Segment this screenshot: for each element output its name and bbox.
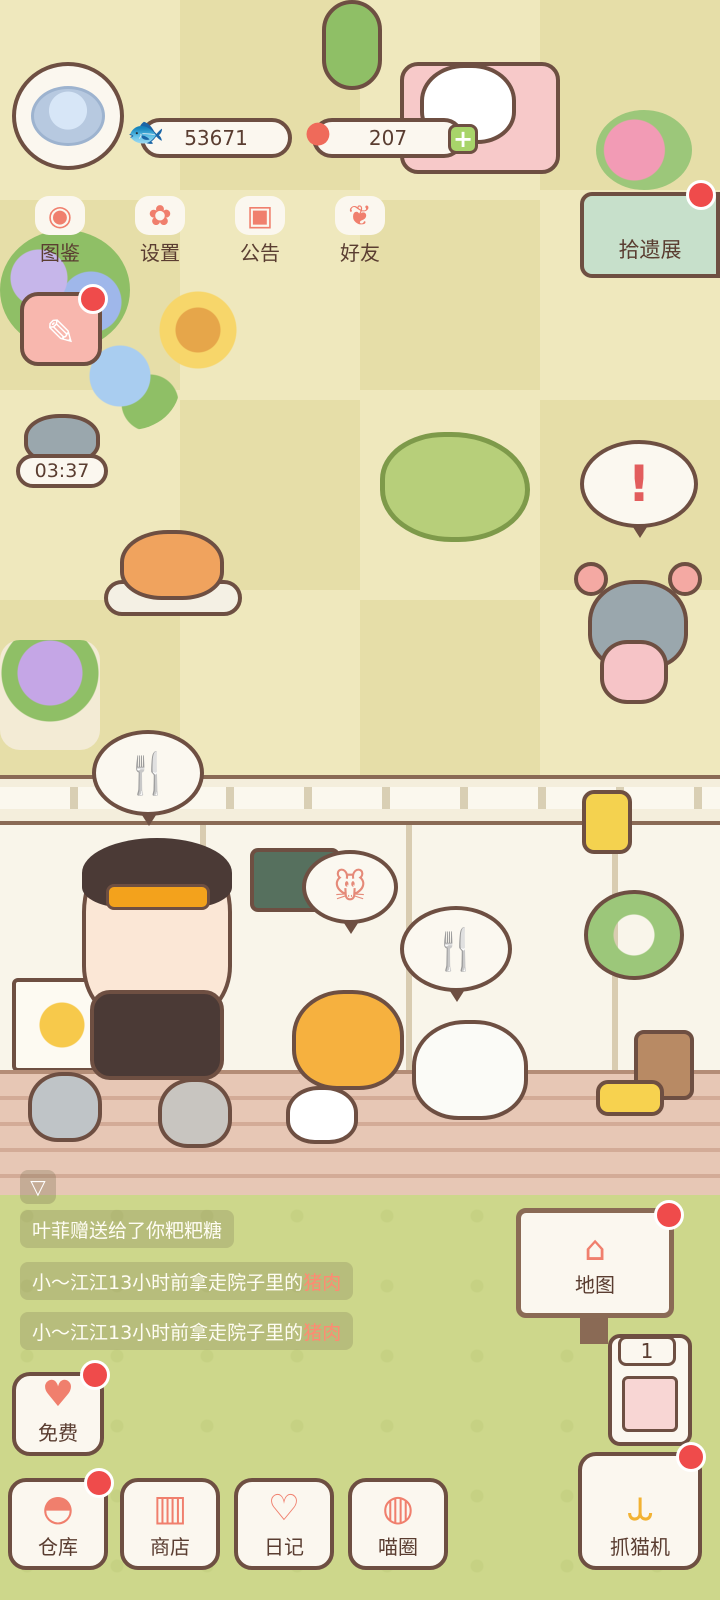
- warehouse-badge: [84, 1468, 114, 1498]
- menu-friends-label: 好友: [340, 241, 380, 265]
- nav-warehouse-label: 仓库: [38, 1535, 78, 1559]
- menu-announcement[interactable]: ▣ 公告: [220, 196, 300, 266]
- lantern: [582, 790, 632, 854]
- lost-exhibit-badge: [686, 180, 716, 210]
- nav-shop[interactable]: ▥ 商店: [120, 1478, 220, 1570]
- feed-text: 小～江江13小时前拿走院子里的: [32, 1321, 304, 1344]
- tomato-count: 207: [368, 126, 408, 150]
- sign-post: [580, 1318, 608, 1344]
- add-currency-button[interactable]: +: [448, 124, 478, 154]
- mouse-ear-left: [574, 562, 608, 596]
- gear-icon: ✿: [135, 196, 185, 235]
- pink-watering-can: [600, 640, 668, 704]
- calico-bee-cat[interactable]: [412, 1020, 528, 1120]
- claw-badge: [676, 1442, 706, 1472]
- fish-currency[interactable]: 🐟 53671: [127, 115, 292, 158]
- food-bubble-player[interactable]: 🍴: [92, 730, 204, 826]
- free-badge: [80, 1360, 110, 1390]
- avatar-image: [31, 86, 105, 146]
- red-panda[interactable]: [120, 530, 224, 600]
- calendar-icon: ✎: [45, 313, 77, 354]
- grey-kitten-blue[interactable]: [28, 1072, 102, 1142]
- fork-spoon-icon: 🍴: [123, 750, 173, 797]
- fork-spoon-icon: 🍴: [431, 926, 481, 973]
- player-avatar[interactable]: [12, 62, 124, 170]
- calendar-badge: [78, 284, 108, 314]
- diary-icon: ♡: [267, 1488, 301, 1529]
- fish-icon: 🐟: [127, 114, 165, 150]
- mouse-icon: 🐭: [333, 868, 367, 906]
- cat-face-icon: ◉: [35, 196, 85, 235]
- pink-plant-right: [596, 110, 692, 190]
- house-icon: ⌂: [584, 1228, 606, 1269]
- visitor-timer: 03:37: [16, 454, 108, 488]
- nav-cat-circle-label: 喵圈: [378, 1535, 418, 1559]
- shop-icon: ▥: [152, 1488, 187, 1529]
- feed-item: 叶菲赠送给了你粑粑糖: [20, 1210, 235, 1248]
- feed-text: 叶菲赠送给了你粑粑糖: [32, 1219, 223, 1242]
- feed-highlight: 猪肉: [303, 1271, 342, 1294]
- fish-count: 53671: [184, 126, 248, 150]
- feed-item: 小～江江13小时前拿走院子里的 猪肉: [20, 1262, 354, 1300]
- food-bubble-calico[interactable]: 🍴: [400, 906, 512, 1002]
- menu-announcement-label: 公告: [240, 241, 280, 265]
- slot-count-text: 1: [640, 1339, 654, 1363]
- map-badge: [654, 1200, 684, 1230]
- menu-settings-label: 设置: [140, 241, 180, 265]
- heart-icon: ♥: [41, 1374, 75, 1415]
- orange-cat[interactable]: [292, 990, 404, 1090]
- lily-pad: [380, 432, 530, 542]
- tomato-icon: ●: [304, 114, 332, 150]
- sunglasses: [106, 884, 210, 910]
- menu-collection[interactable]: ◉ 图鉴: [20, 196, 100, 266]
- menu-collection-label: 图鉴: [40, 241, 80, 265]
- exclamation-icon: !: [627, 455, 651, 513]
- bowl-icon: ◓: [42, 1488, 74, 1529]
- mouse-ear-right: [668, 562, 702, 596]
- map-button[interactable]: ⌂ 地图: [516, 1208, 674, 1318]
- nav-diary-label: 日记: [264, 1535, 304, 1559]
- alert-bubble[interactable]: !: [580, 440, 698, 538]
- chat-toggle-icon[interactable]: ▽: [20, 1170, 56, 1204]
- nav-shop-label: 商店: [150, 1535, 190, 1559]
- timer-text: 03:37: [34, 460, 90, 482]
- feed-highlight: 猪肉: [303, 1321, 342, 1344]
- gift-icon: ▣: [235, 196, 285, 235]
- claw-icon: ⥿: [627, 1477, 653, 1531]
- nav-cat-circle[interactable]: ◍ 喵圈: [348, 1478, 448, 1570]
- slot-count: 1: [618, 1336, 676, 1366]
- white-kitten[interactable]: [286, 1086, 358, 1144]
- friends-icon: ❦: [335, 196, 385, 235]
- grey-kitten-crown[interactable]: [158, 1078, 232, 1148]
- lost-exhibit-label: 拾遗展: [618, 238, 682, 262]
- feed-item: 小～江江13小时前拿走院子里的 猪肉: [20, 1312, 354, 1350]
- violet-pot: [0, 640, 100, 750]
- free-label: 免费: [38, 1421, 78, 1445]
- cactus-pot: [322, 0, 382, 90]
- planet-cat-icon: ◍: [382, 1488, 414, 1529]
- map-label: 地图: [575, 1272, 615, 1297]
- flower-wreath: [584, 890, 684, 980]
- slot-window: [622, 1376, 678, 1432]
- nav-diary[interactable]: ♡ 日记: [234, 1478, 334, 1570]
- claw-machine-label: 抓猫机: [610, 1535, 670, 1559]
- yellow-boots: [596, 1080, 664, 1116]
- player-jacket: [90, 990, 224, 1080]
- mouse-bubble[interactable]: 🐭: [302, 850, 398, 934]
- menu-settings[interactable]: ✿ 设置: [120, 196, 200, 266]
- menu-friends[interactable]: ❦ 好友: [320, 196, 400, 266]
- tomato-currency[interactable]: ● 207 +: [305, 115, 478, 158]
- feed-text: 小～江江13小时前拿走院子里的: [32, 1271, 304, 1294]
